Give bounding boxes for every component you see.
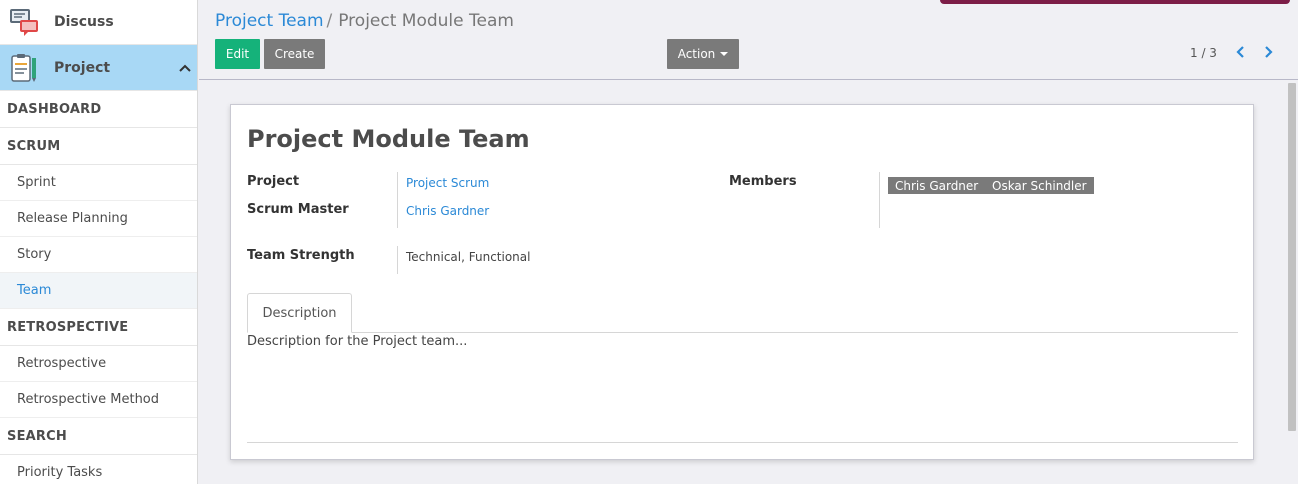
chevron-up-icon[interactable] (173, 61, 197, 75)
menu-item-retrospective-method[interactable]: Retrospective Method (0, 382, 197, 418)
description-text: Description for the Project team... (247, 334, 468, 349)
members-label: Members (729, 174, 797, 189)
caret-down-icon (720, 52, 729, 56)
edit-button[interactable]: Edit (215, 39, 260, 69)
app-discuss[interactable]: Discuss (0, 0, 197, 45)
menu-item-retrospective[interactable]: Retrospective (0, 346, 197, 382)
project-clipboard-icon (8, 52, 40, 84)
notification-accent-bar (940, 0, 1290, 4)
scrollbar-thumb[interactable] (1288, 83, 1296, 431)
member-tag[interactable]: Oskar Schindler (985, 177, 1094, 194)
menu-item-release-planning[interactable]: Release Planning (0, 201, 197, 237)
tab-description[interactable]: Description (247, 293, 352, 333)
field-divider (397, 172, 398, 228)
pager-previous-icon[interactable] (1233, 44, 1247, 60)
menu-section-search: SEARCH (0, 418, 197, 455)
form-sheet: Project Module Team Project Project Scru… (230, 104, 1254, 460)
menu-section-scrum: SCRUM (0, 128, 197, 165)
breadcrumb-current: Project Module Team (338, 11, 514, 31)
menu-section-retrospective: RETROSPECTIVE (0, 309, 197, 346)
project-label: Project (247, 174, 300, 189)
field-divider (397, 246, 398, 274)
app-label-discuss: Discuss (54, 14, 114, 30)
menu-item-sprint[interactable]: Sprint (0, 165, 197, 201)
breadcrumb: Project Team / Project Module Team (215, 11, 514, 31)
pager-next-icon[interactable] (1262, 44, 1276, 60)
pager-counter[interactable]: 1 / 3 (1190, 46, 1217, 60)
member-tag[interactable]: Chris Gardner (888, 177, 986, 194)
control-panel: Project Team / Project Module Team Edit Cr… (199, 0, 1298, 80)
record-title: Project Module Team (247, 125, 530, 153)
create-button[interactable]: Create (264, 39, 325, 69)
menu-section-dashboard[interactable]: DASHBOARD (0, 91, 197, 128)
app-label-project: Project (54, 59, 111, 76)
breadcrumb-parent-link[interactable]: Project Team (215, 11, 324, 31)
app-project[interactable]: Project (0, 45, 197, 91)
main-scrollbar[interactable] (1284, 80, 1298, 484)
sheet-bottom-divider (247, 442, 1238, 443)
menu-item-team[interactable]: Team (0, 273, 197, 309)
menu-item-priority-tasks[interactable]: Priority Tasks (0, 455, 197, 484)
action-button-label: Action (677, 47, 716, 61)
project-value-link[interactable]: Project Scrum (406, 176, 489, 190)
action-dropdown-button[interactable]: Action (667, 39, 739, 69)
scrum-master-value-link[interactable]: Chris Gardner (406, 204, 489, 218)
notebook-tab-line (247, 332, 1238, 333)
sidebar: Discuss Project DASHBOARD SCRUM Sprint R… (0, 0, 198, 484)
discuss-chat-icon (8, 6, 40, 38)
team-strength-value: Technical, Functional (406, 250, 531, 264)
field-divider (879, 172, 880, 228)
team-strength-label: Team Strength (247, 248, 355, 263)
breadcrumb-separator: / (326, 11, 333, 31)
menu-item-story[interactable]: Story (0, 237, 197, 273)
scrum-master-label: Scrum Master (247, 202, 349, 217)
